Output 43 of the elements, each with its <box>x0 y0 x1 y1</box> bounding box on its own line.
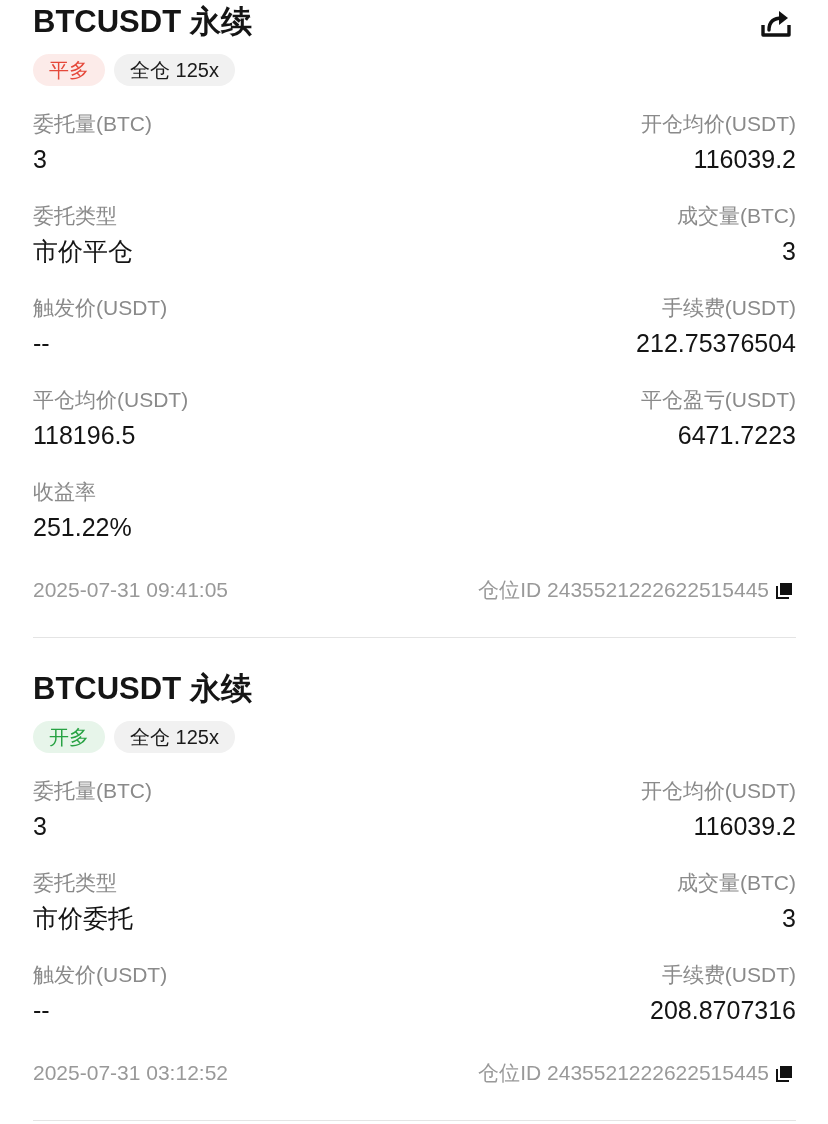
position-id: 仓位ID 2435521222622515445 <box>478 1060 769 1086</box>
position-id: 仓位ID 2435521222622515445 <box>478 577 769 603</box>
field-value: -- <box>33 328 50 359</box>
contract-title: BTCUSDT 永续 <box>33 670 252 708</box>
field-value: 208.8707316 <box>650 995 796 1026</box>
field-value: 3 <box>33 811 47 842</box>
field-value: 6471.7223 <box>677 420 796 451</box>
field-value: -- <box>33 995 50 1026</box>
margin-mode-tag: 全仓 125x <box>114 721 235 753</box>
direction-tag: 开多 <box>33 721 105 753</box>
field-label: 开仓均价(USDT) <box>640 111 796 137</box>
field-label: 开仓均价(USDT) <box>640 778 796 804</box>
field-value: 市价委托 <box>33 903 133 934</box>
field-value: 3 <box>782 903 796 934</box>
field-label: 委托类型 <box>33 870 117 896</box>
field-value: 118196.5 <box>33 420 136 451</box>
field-value: 3 <box>33 144 47 175</box>
field-value: 251.22% <box>33 512 132 543</box>
field-label: 成交量(BTC) <box>677 203 796 229</box>
copy-icon[interactable] <box>776 1064 793 1082</box>
field-label: 委托量(BTC) <box>33 778 152 804</box>
field-label: 平仓盈亏(USDT) <box>640 387 796 413</box>
field-label: 手续费(USDT) <box>661 962 796 988</box>
field-value: 116039.2 <box>693 144 796 175</box>
field-label: 成交量(BTC) <box>677 870 796 896</box>
field-label: 委托量(BTC) <box>33 111 152 137</box>
order-time: 2025-07-31 03:12:52 <box>33 1060 228 1086</box>
direction-tag: 平多 <box>33 54 105 86</box>
field-label: 委托类型 <box>33 203 117 229</box>
order-time: 2025-07-31 09:41:05 <box>33 577 228 603</box>
field-label: 平仓均价(USDT) <box>33 387 189 413</box>
share-icon[interactable] <box>760 8 792 38</box>
field-label: 手续费(USDT) <box>661 295 796 321</box>
field-label: 触发价(USDT) <box>33 295 168 321</box>
margin-mode-tag: 全仓 125x <box>114 54 235 86</box>
field-value: 116039.2 <box>693 811 796 842</box>
field-value: 市价平仓 <box>33 236 133 267</box>
field-label: 触发价(USDT) <box>33 962 168 988</box>
field-value: 3 <box>782 236 796 267</box>
copy-icon[interactable] <box>776 581 793 599</box>
contract-title: BTCUSDT 永续 <box>33 3 252 41</box>
field-value: 212.75376504 <box>636 328 796 359</box>
field-label: 收益率 <box>33 479 96 505</box>
